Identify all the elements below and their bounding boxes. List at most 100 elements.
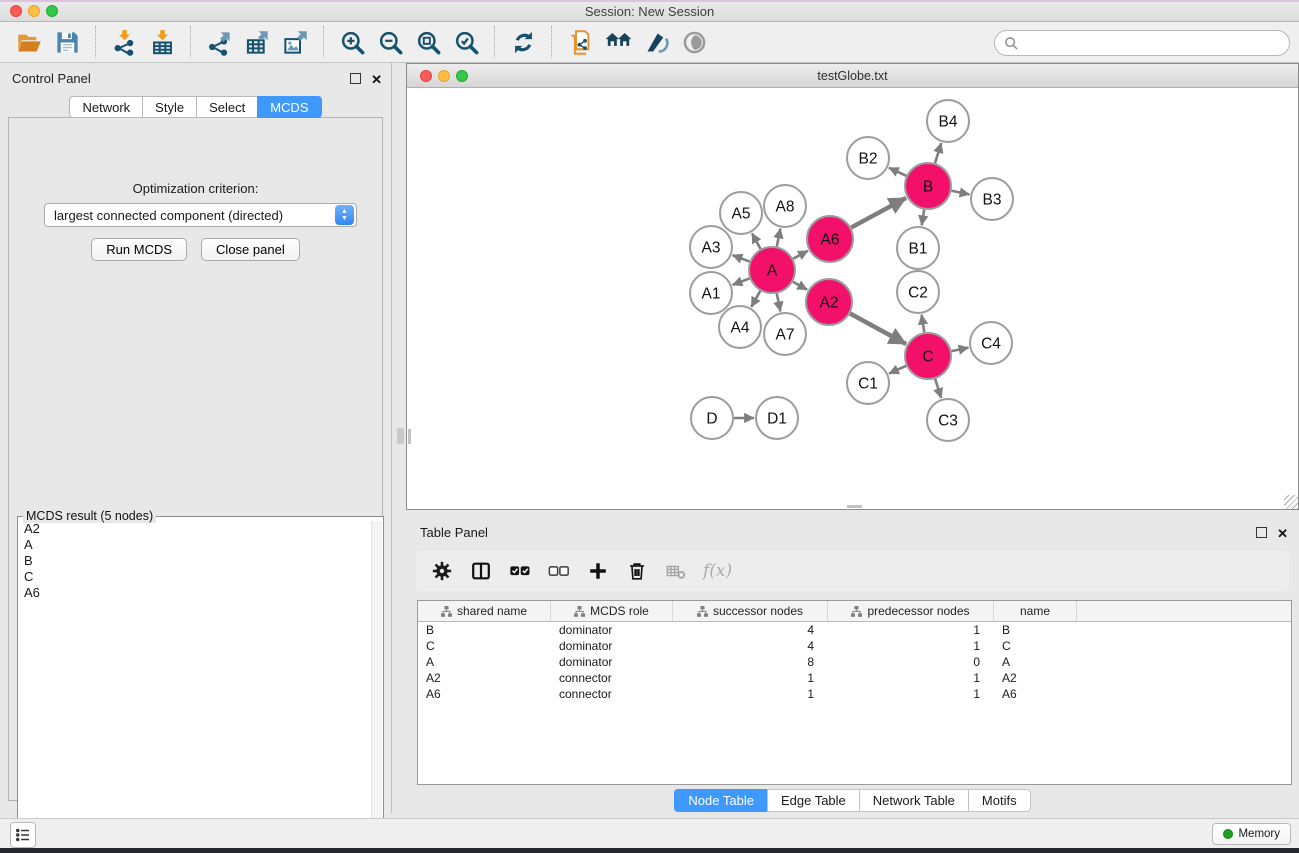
graph-edge-A-A6[interactable] [793,251,808,259]
duplicate-network-button[interactable] [561,25,599,59]
graph-node-C4[interactable]: C4 [970,322,1012,364]
tab-mcds[interactable]: MCDS [257,96,321,118]
graph-node-A8[interactable]: A8 [764,185,806,227]
tab-network-table[interactable]: Network Table [859,789,968,812]
float-panel-icon[interactable] [350,73,361,84]
result-item-a[interactable]: A [19,537,370,553]
result-item-a6[interactable]: A6 [19,585,370,601]
graph-edge-B-B4[interactable] [935,143,941,163]
delete-column-button[interactable] [625,559,649,583]
criterion-dropdown[interactable]: largest connected component (directed) ▲… [44,203,357,227]
graph-node-A4[interactable]: A4 [719,306,761,348]
graph-node-A2[interactable]: A2 [806,279,852,325]
graph-edge-B-B3[interactable] [952,191,970,195]
select-all-button[interactable] [508,559,532,583]
graph-node-B3[interactable]: B3 [971,178,1013,220]
graph-node-C2[interactable]: C2 [897,271,939,313]
task-history-button[interactable] [10,822,36,848]
search-input[interactable] [1025,36,1280,51]
graph-node-C1[interactable]: C1 [847,362,889,404]
column-header-shared-name[interactable]: shared name [418,601,551,621]
result-item-a2[interactable]: A2 [19,521,370,537]
result-item-c[interactable]: C [19,569,370,585]
float-table-panel-icon[interactable] [1256,527,1267,538]
network-canvas[interactable]: B4B2BB3A8A5A6A3B1AA1C2A2A4A7C4CC1C3DD1 [407,89,1298,509]
graph-node-A7[interactable]: A7 [764,313,806,355]
result-scrollbar[interactable] [371,521,382,853]
graph-edge-A-A3[interactable] [733,255,750,261]
graph-edge-A-A1[interactable] [733,278,750,284]
hide-annotations-button[interactable] [637,25,675,59]
tab-style[interactable]: Style [142,96,196,118]
graph-edge-C-C4[interactable] [952,348,969,352]
graph-node-B1[interactable]: B1 [897,227,939,269]
graph-edge-A-A8[interactable] [777,229,781,247]
zoom-out-button[interactable] [371,25,409,59]
graph-node-A6[interactable]: A6 [807,216,853,262]
column-header-successor-nodes[interactable]: successor nodes [673,601,828,621]
tab-node-table[interactable]: Node Table [674,789,767,812]
graph-node-C3[interactable]: C3 [927,399,969,441]
tab-select[interactable]: Select [196,96,257,118]
export-network-button[interactable] [200,25,238,59]
tab-edge-table[interactable]: Edge Table [767,789,859,812]
zoom-in-button[interactable] [333,25,371,59]
save-session-button[interactable] [48,25,86,59]
graph-node-B4[interactable]: B4 [927,100,969,142]
tab-network[interactable]: Network [69,96,142,118]
column-header-name[interactable]: name [994,601,1077,621]
graph-node-A5[interactable]: A5 [720,192,762,234]
graph-edge-A-A2[interactable] [793,282,807,290]
graph-node-C[interactable]: C [905,333,951,379]
zoom-selected-button[interactable] [447,25,485,59]
table-row[interactable]: Bdominator41B [418,622,1291,638]
horizontal-scroll-indicator[interactable] [847,505,862,508]
graph-node-A[interactable]: A [749,247,795,293]
open-file-button[interactable] [10,25,48,59]
close-panel-button[interactable]: Close panel [201,238,300,261]
graph-edge-C-C3[interactable] [935,379,941,398]
home-button[interactable] [599,25,637,59]
show-columns-button[interactable] [469,559,493,583]
function-builder-button[interactable]: f(x) [703,561,732,581]
graph-node-D[interactable]: D [691,397,733,439]
table-row[interactable]: A2connector11A2 [418,670,1291,686]
zoom-fit-button[interactable] [409,25,447,59]
graph-edge-C-C2[interactable] [922,315,925,333]
graph-edge-A2-C[interactable] [850,313,906,344]
close-panel-icon[interactable]: ✕ [371,72,382,88]
graphics-details-button[interactable] [675,25,713,59]
close-table-panel-icon[interactable]: ✕ [1277,526,1288,542]
add-column-button[interactable] [586,559,610,583]
search-box[interactable] [994,30,1290,56]
graph-node-B[interactable]: B [905,163,951,209]
import-table-button[interactable] [143,25,181,59]
run-mcds-button[interactable]: Run MCDS [91,238,187,261]
window-resize-grip[interactable] [1284,495,1298,509]
table-row[interactable]: Adominator80A [418,654,1291,670]
memory-button[interactable]: Memory [1212,823,1291,845]
panel-splitter-handle[interactable] [397,428,404,444]
deselect-all-button[interactable] [547,559,571,583]
table-row[interactable]: A6connector11A6 [418,686,1291,702]
graph-node-A1[interactable]: A1 [690,272,732,314]
graph-node-D1[interactable]: D1 [756,397,798,439]
graph-edge-C-C1[interactable] [889,366,906,374]
graph-edge-A-A4[interactable] [751,291,760,307]
vertical-scroll-indicator[interactable] [408,429,411,444]
column-header-predecessor-nodes[interactable]: predecessor nodes [828,601,994,621]
column-header-MCDS-role[interactable]: MCDS role [551,601,673,621]
result-item-b[interactable]: B [19,553,370,569]
export-table-button[interactable] [238,25,276,59]
table-row[interactable]: Cdominator41C [418,638,1291,654]
export-image-button[interactable] [276,25,314,59]
tab-motifs[interactable]: Motifs [968,789,1031,812]
graph-edge-B-B2[interactable] [889,168,906,176]
table-settings-button[interactable] [430,559,454,583]
graph-edge-A-A5[interactable] [752,233,761,249]
import-network-button[interactable] [105,25,143,59]
refresh-button[interactable] [504,25,542,59]
graph-edge-B-B1[interactable] [922,210,925,226]
graph-node-B2[interactable]: B2 [847,137,889,179]
graph-edge-A6-B[interactable] [851,198,906,228]
